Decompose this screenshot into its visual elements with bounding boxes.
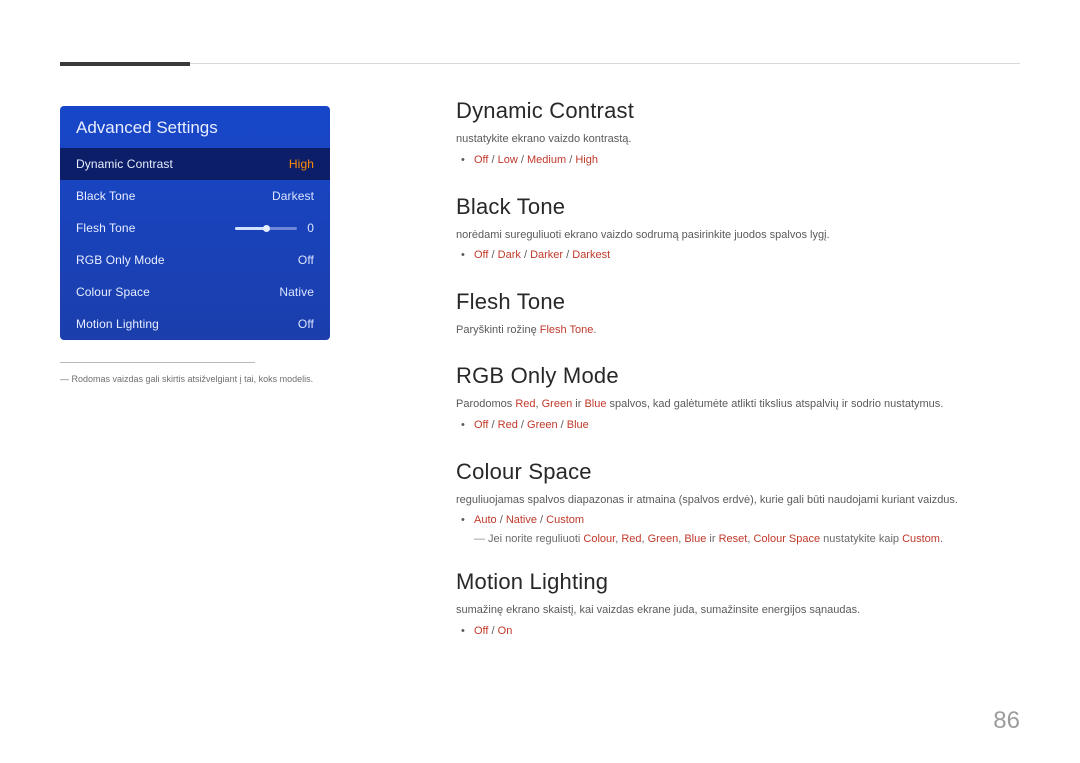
row-value: 0 — [307, 221, 314, 235]
page-number: 86 — [993, 707, 1020, 735]
row-label: Black Tone — [76, 189, 135, 203]
option-line: Auto / Native / Custom — [474, 512, 1020, 530]
settings-panel: Advanced Settings Dynamic Contrast High … — [60, 106, 330, 340]
panel-row-rgb-only[interactable]: RGB Only Mode Off — [60, 244, 330, 276]
section-title: Black Tone — [456, 194, 1020, 220]
panel-row-flesh-tone[interactable]: Flesh Tone 0 — [60, 212, 330, 244]
section-note: Jei norite reguliuoti Colour, Red, Green… — [456, 533, 1020, 545]
panel-row-motion-lighting[interactable]: Motion Lighting Off — [60, 308, 330, 340]
right-column: Dynamic Contrast nustatykite ekrano vaiz… — [456, 98, 1020, 665]
panel-row-dynamic-contrast[interactable]: Dynamic Contrast High — [60, 148, 330, 180]
section-desc: Paryškinti rožinę Flesh Tone. — [456, 323, 1020, 339]
section-title: Flesh Tone — [456, 289, 1020, 315]
section-title: Dynamic Contrast — [456, 98, 1020, 124]
option-line: Off / Red / Green / Blue — [474, 417, 1020, 435]
section-desc: reguliuojamas spalvos diapazonas ir atma… — [456, 493, 1020, 509]
option-line: Off / On — [474, 623, 1020, 641]
footnote-divider — [60, 362, 255, 363]
section-title: Colour Space — [456, 459, 1020, 485]
section-black-tone: Black Tone norėdami sureguliuoti ekrano … — [456, 194, 1020, 266]
section-title: RGB Only Mode — [456, 363, 1020, 389]
section-dynamic-contrast: Dynamic Contrast nustatykite ekrano vaiz… — [456, 98, 1020, 170]
section-rgb-only: RGB Only Mode Parodomos Red, Green ir Bl… — [456, 363, 1020, 435]
row-label: Colour Space — [76, 285, 150, 299]
footnote: ― Rodomas vaizdas gali skirtis atsižvelg… — [60, 373, 330, 387]
page: Advanced Settings Dynamic Contrast High … — [0, 0, 1080, 763]
section-motion-lighting: Motion Lighting sumažinę ekrano skaistį,… — [456, 569, 1020, 641]
section-desc: Parodomos Red, Green ir Blue spalvos, ka… — [456, 397, 1020, 413]
section-desc: norėdami sureguliuoti ekrano vaizdo sodr… — [456, 228, 1020, 244]
panel-row-colour-space[interactable]: Colour Space Native — [60, 276, 330, 308]
row-label: Dynamic Contrast — [76, 157, 173, 171]
section-flesh-tone: Flesh Tone Paryškinti rožinę Flesh Tone. — [456, 289, 1020, 339]
section-desc: nustatykite ekrano vaizdo kontrastą. — [456, 132, 1020, 148]
row-label: Flesh Tone — [76, 221, 135, 235]
section-desc: sumažinę ekrano skaistį, kai vaizdas ekr… — [456, 603, 1020, 619]
option-line: Off / Low / Medium / High — [474, 152, 1020, 170]
row-value-group: 0 — [235, 221, 314, 235]
row-value: Native — [279, 285, 314, 299]
top-indicator — [60, 62, 190, 66]
row-label: RGB Only Mode — [76, 253, 165, 267]
section-colour-space: Colour Space reguliuojamas spalvos diapa… — [456, 459, 1020, 546]
panel-title: Advanced Settings — [60, 106, 330, 148]
left-column: Advanced Settings Dynamic Contrast High … — [60, 106, 330, 387]
top-rule — [60, 63, 1020, 64]
row-value: High — [289, 157, 314, 171]
slider[interactable] — [235, 227, 297, 230]
row-label: Motion Lighting — [76, 317, 159, 331]
panel-row-black-tone[interactable]: Black Tone Darkest — [60, 180, 330, 212]
option-line: Off / Dark / Darker / Darkest — [474, 247, 1020, 265]
row-value: Off — [298, 317, 314, 331]
section-title: Motion Lighting — [456, 569, 1020, 595]
row-value: Darkest — [272, 189, 314, 203]
row-value: Off — [298, 253, 314, 267]
